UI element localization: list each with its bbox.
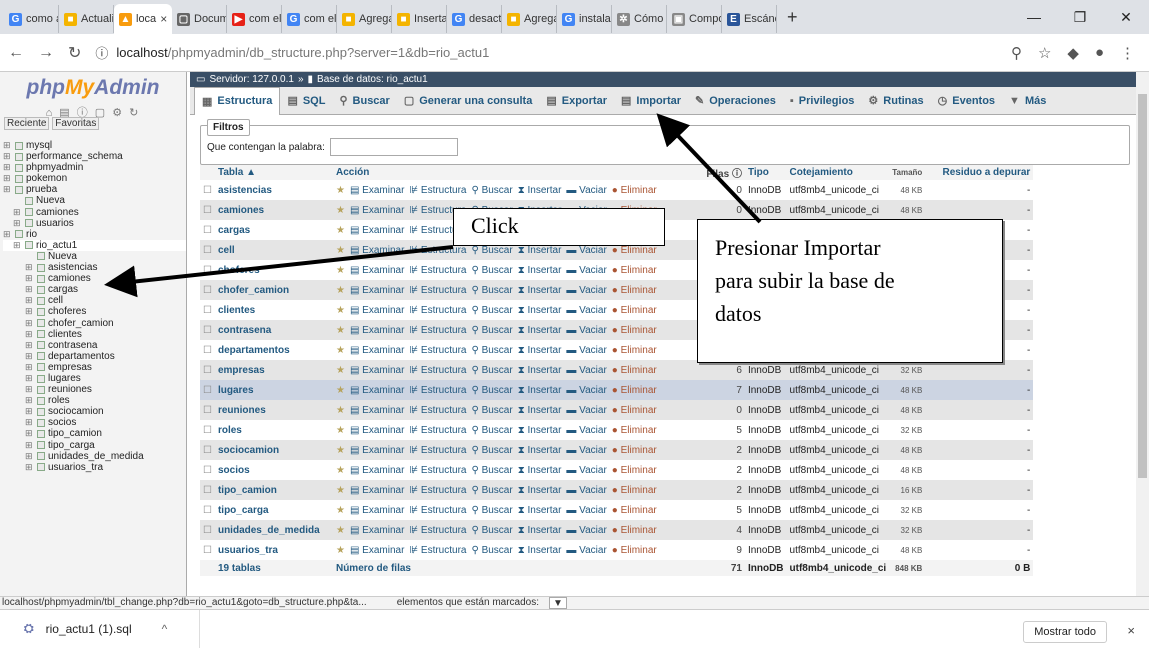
arrow-to-rio-actu1 — [104, 245, 454, 298]
arrow-to-import-tab — [656, 113, 762, 224]
annotation-arrows — [104, 113, 762, 298]
